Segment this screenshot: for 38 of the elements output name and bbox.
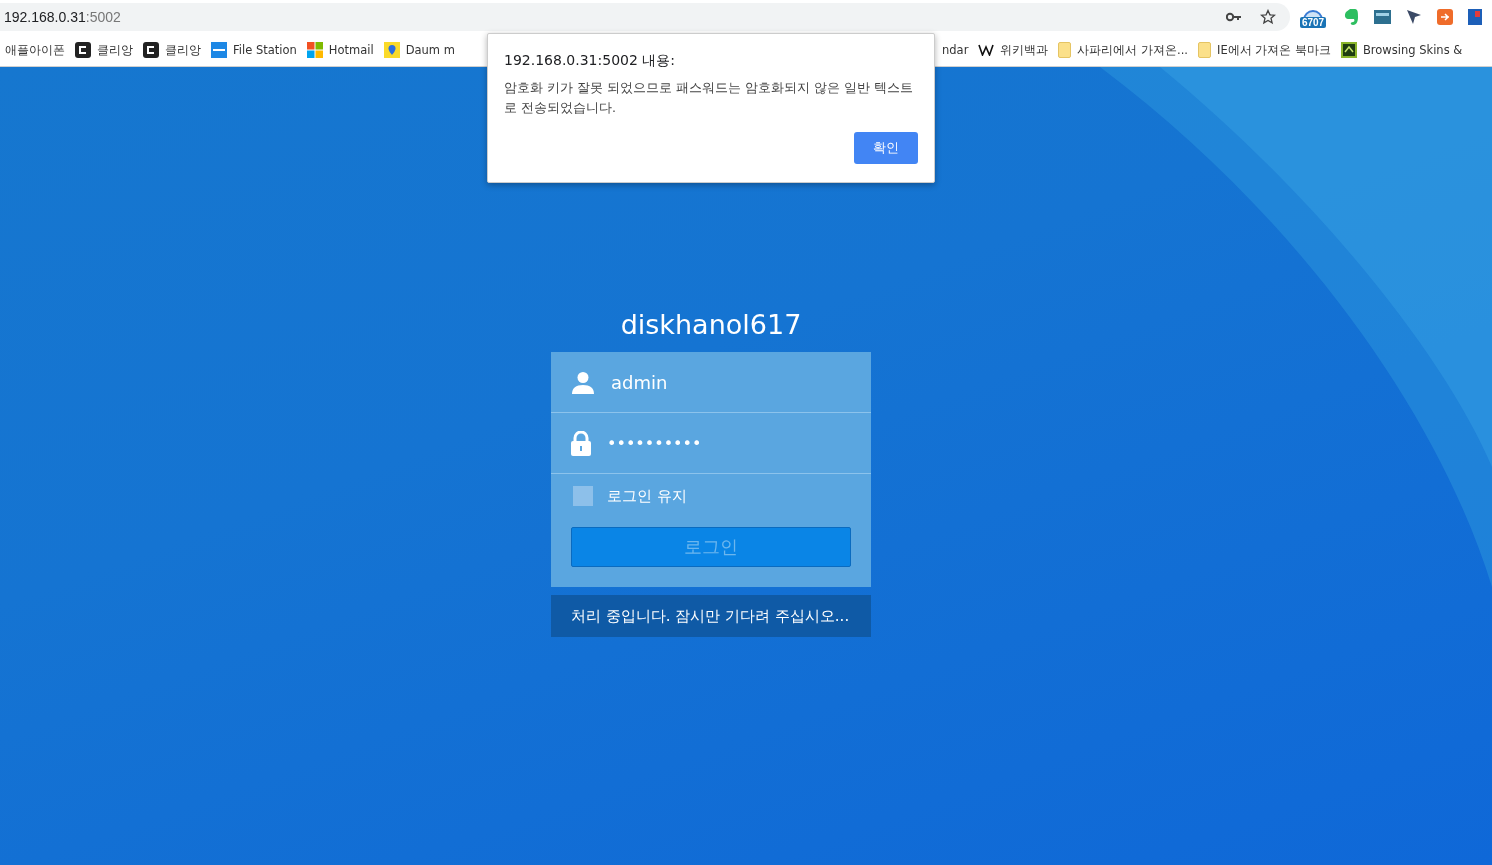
dialog-message: 암호화 키가 잘못 되었으므로 패스워드는 암호화되지 않은 일반 텍스트로 전송되었습니다. bbox=[504, 79, 914, 117]
c-logo-icon bbox=[75, 42, 91, 58]
user-icon bbox=[571, 370, 595, 394]
server-name: diskhanol617 bbox=[620, 309, 802, 340]
dsm-icon bbox=[211, 42, 227, 58]
folder-icon bbox=[1058, 42, 1072, 58]
bookmark[interactable]: Daum m bbox=[378, 42, 460, 58]
padlock-icon bbox=[571, 430, 591, 456]
cursor-icon[interactable] bbox=[1406, 9, 1422, 25]
w-letter-icon bbox=[978, 44, 995, 56]
bookmark[interactable]: Hotmail bbox=[301, 42, 379, 58]
bookmark[interactable]: ndar bbox=[937, 42, 974, 58]
bookmark[interactable]: IE에서 가져온 북마크 bbox=[1193, 42, 1336, 58]
elephant-icon[interactable] bbox=[1343, 8, 1359, 26]
bookmark[interactable]: Browsing Skins & bbox=[1335, 42, 1468, 58]
arrow-square-icon[interactable] bbox=[1437, 9, 1453, 25]
key-icon[interactable] bbox=[1226, 12, 1242, 22]
skin-icon bbox=[1340, 42, 1357, 58]
bookmark[interactable]: File Station bbox=[206, 42, 302, 58]
bookmark[interactable]: 애플아이폰 bbox=[0, 42, 70, 58]
url-text: 192.168.0.31:5002 bbox=[4, 9, 122, 25]
card-icon[interactable] bbox=[1374, 10, 1391, 24]
c-logo-icon bbox=[143, 42, 159, 58]
address-bar[interactable]: 192.168.0.31:5002 bbox=[0, 3, 1290, 31]
count-badge: 6707 bbox=[1299, 17, 1327, 28]
bookmark[interactable]: 사파리에서 가져온... bbox=[1053, 42, 1193, 58]
bookmark[interactable]: 위키백과 bbox=[973, 42, 1054, 58]
dialog-title: 192.168.0.31:5002 내용: bbox=[504, 52, 677, 70]
status-message: 처리 중입니다. 잠시만 기다려 주십시오... bbox=[551, 595, 871, 637]
remember-label: 로그인 유지 bbox=[607, 486, 687, 506]
star-icon[interactable] bbox=[1260, 9, 1276, 25]
map-pin-icon bbox=[383, 42, 400, 58]
remember-checkbox[interactable] bbox=[573, 486, 593, 506]
ok-button[interactable]: 확인 bbox=[854, 132, 918, 164]
folder-icon bbox=[1198, 42, 1211, 58]
bookmark[interactable]: 클리앙 bbox=[70, 42, 138, 58]
windows-icon bbox=[306, 42, 323, 58]
bookmark[interactable]: 클리앙 bbox=[138, 42, 206, 58]
